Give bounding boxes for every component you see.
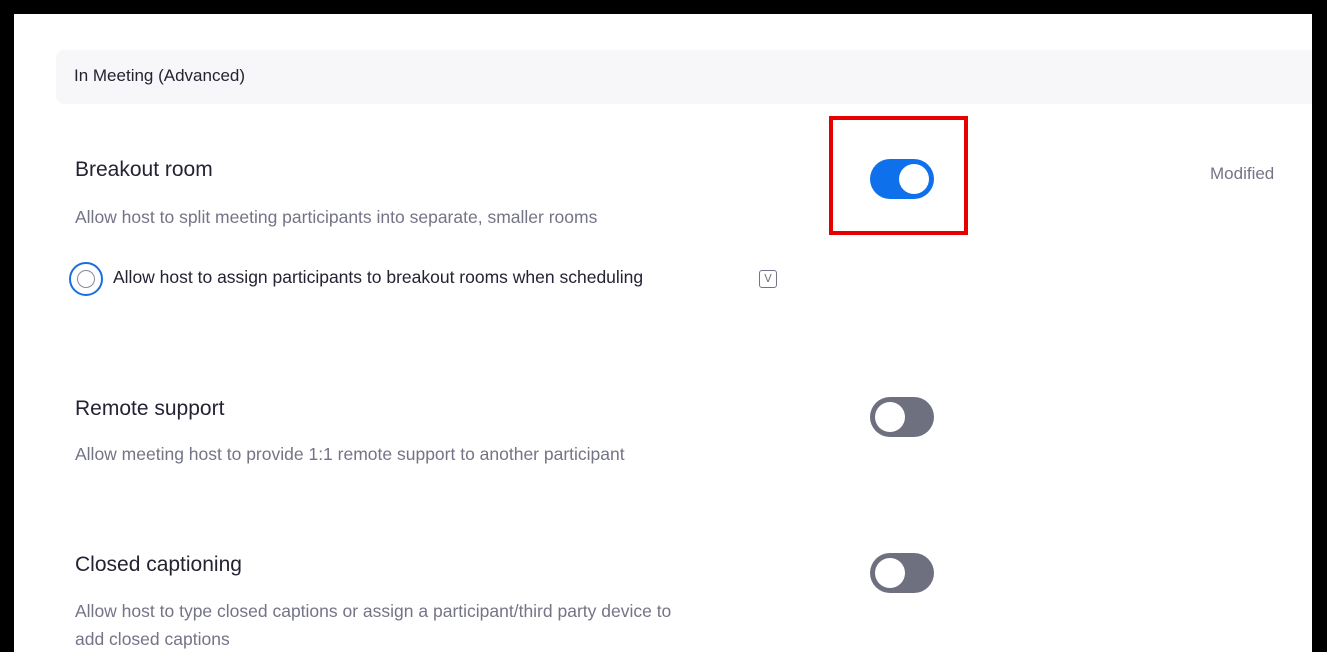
closed-captioning-description-line1: Allow host to type closed captions or as… — [75, 601, 672, 621]
toggle-knob — [875, 558, 905, 588]
breakout-room-description: Allow host to split meeting participants… — [75, 207, 598, 227]
remote-support-title: Remote support — [75, 397, 225, 420]
settings-panel: In Meeting (Advanced) Breakout room Allo… — [14, 14, 1312, 652]
assign-participants-checkbox[interactable] — [69, 262, 103, 296]
toggle-knob — [899, 164, 929, 194]
v-badge-icon[interactable]: V — [759, 270, 777, 288]
section-header: In Meeting (Advanced) — [56, 50, 1312, 104]
breakout-room-toggle[interactable] — [870, 159, 934, 199]
modified-status: Modified — [1210, 164, 1275, 183]
breakout-room-title: Breakout room — [75, 158, 213, 181]
remote-support-toggle[interactable] — [870, 397, 934, 437]
section-title: In Meeting (Advanced) — [74, 66, 246, 85]
assign-participants-label: Allow host to assign participants to bre… — [113, 267, 644, 287]
checkbox-circle — [77, 270, 95, 288]
closed-captioning-toggle[interactable] — [870, 553, 934, 593]
closed-captioning-description-line2: add closed captions — [75, 629, 230, 649]
toggle-knob — [875, 402, 905, 432]
remote-support-description: Allow meeting host to provide 1:1 remote… — [75, 444, 625, 464]
closed-captioning-title: Closed captioning — [75, 553, 242, 576]
